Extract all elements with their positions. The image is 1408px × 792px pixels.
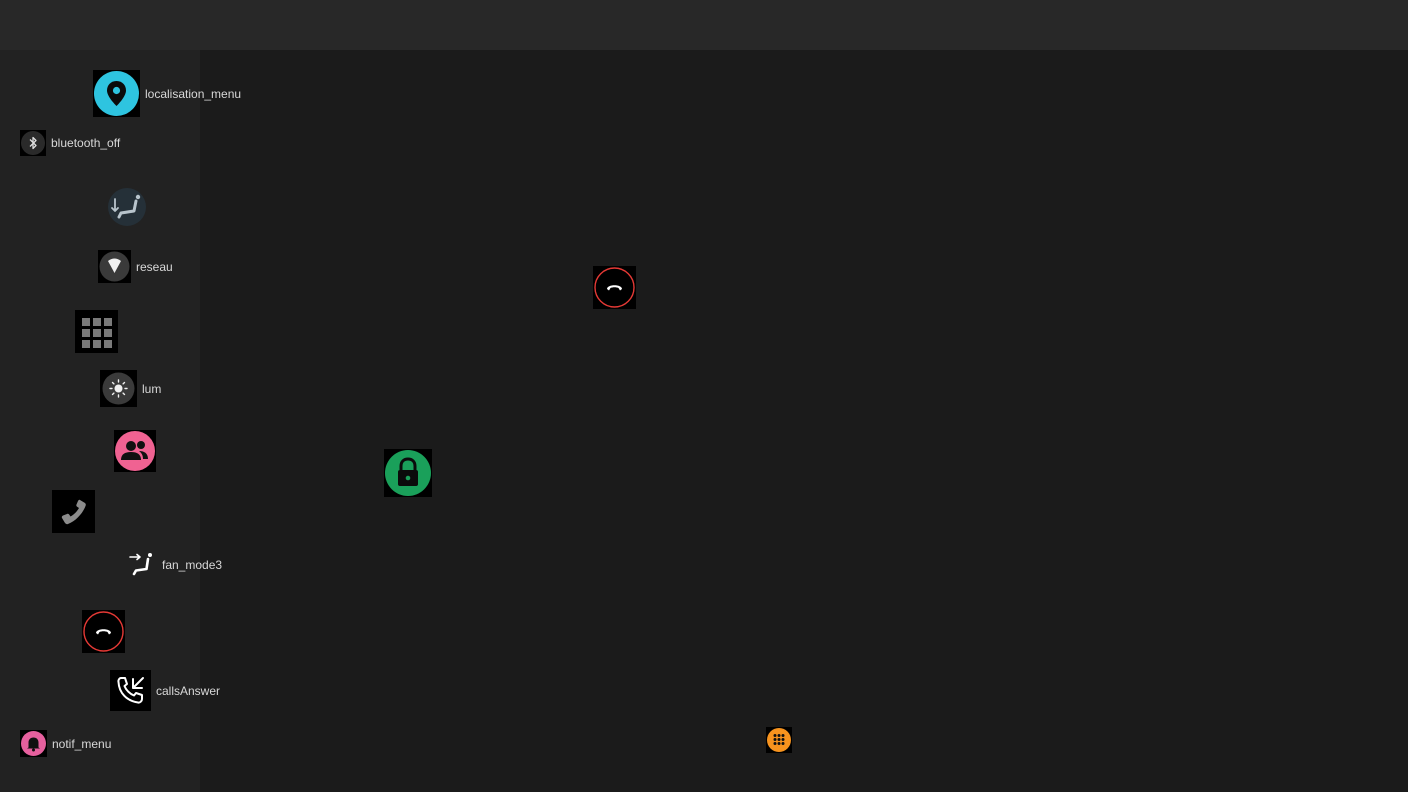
bluetooth-off-item[interactable]: bluetooth_off <box>20 130 120 156</box>
hangup-item[interactable] <box>82 610 125 653</box>
phone-icon[interactable] <box>52 490 95 533</box>
canvas-dialpad-item[interactable] <box>766 727 792 753</box>
localisation-menu-icon[interactable] <box>93 70 140 117</box>
dialpad-icon[interactable] <box>766 727 792 753</box>
phone-item[interactable] <box>52 490 95 533</box>
reseau-item[interactable]: reseau <box>98 250 173 283</box>
lum-brightness-icon[interactable] <box>100 370 137 407</box>
contacts-icon[interactable] <box>114 430 156 472</box>
localisation-menu-item[interactable]: localisation_menu <box>93 70 241 117</box>
fan-seat-item[interactable] <box>107 187 147 227</box>
calls-answer-icon[interactable] <box>110 670 151 711</box>
design-canvas[interactable] <box>200 50 1408 792</box>
lum-label: lum <box>142 381 162 396</box>
contacts-item[interactable] <box>114 430 156 472</box>
fan-mode3-label: fan_mode3 <box>162 557 223 572</box>
calls-answer-item[interactable]: callsAnswer <box>110 670 220 711</box>
bluetooth-off-label: bluetooth_off <box>51 136 121 150</box>
hangup-icon-canvas[interactable] <box>593 266 636 309</box>
bluetooth-off-icon[interactable] <box>20 130 46 156</box>
lock-icon[interactable] <box>384 449 432 497</box>
calls-answer-label: callsAnswer <box>156 683 221 698</box>
localisation-menu-label: localisation_menu <box>145 86 242 101</box>
notif-menu-label: notif_menu <box>52 736 112 751</box>
reseau-label: reseau <box>136 259 173 274</box>
canvas-lock-item[interactable] <box>384 449 432 497</box>
grid-apps-icon[interactable] <box>75 310 118 353</box>
notif-menu-item[interactable]: notif_menu <box>20 730 111 757</box>
reseau-icon[interactable] <box>98 250 131 283</box>
fan-seat-icon[interactable] <box>107 187 147 227</box>
hangup-icon[interactable] <box>82 610 125 653</box>
lum-item[interactable]: lum <box>100 370 161 407</box>
fan-mode3-icon[interactable] <box>124 548 157 581</box>
canvas-hangup-item[interactable] <box>593 266 636 309</box>
fan-mode3-item[interactable]: fan_mode3 <box>124 548 222 581</box>
grid-apps-item[interactable] <box>75 310 118 353</box>
top-bar <box>0 0 1408 50</box>
notif-menu-icon[interactable] <box>20 730 47 757</box>
